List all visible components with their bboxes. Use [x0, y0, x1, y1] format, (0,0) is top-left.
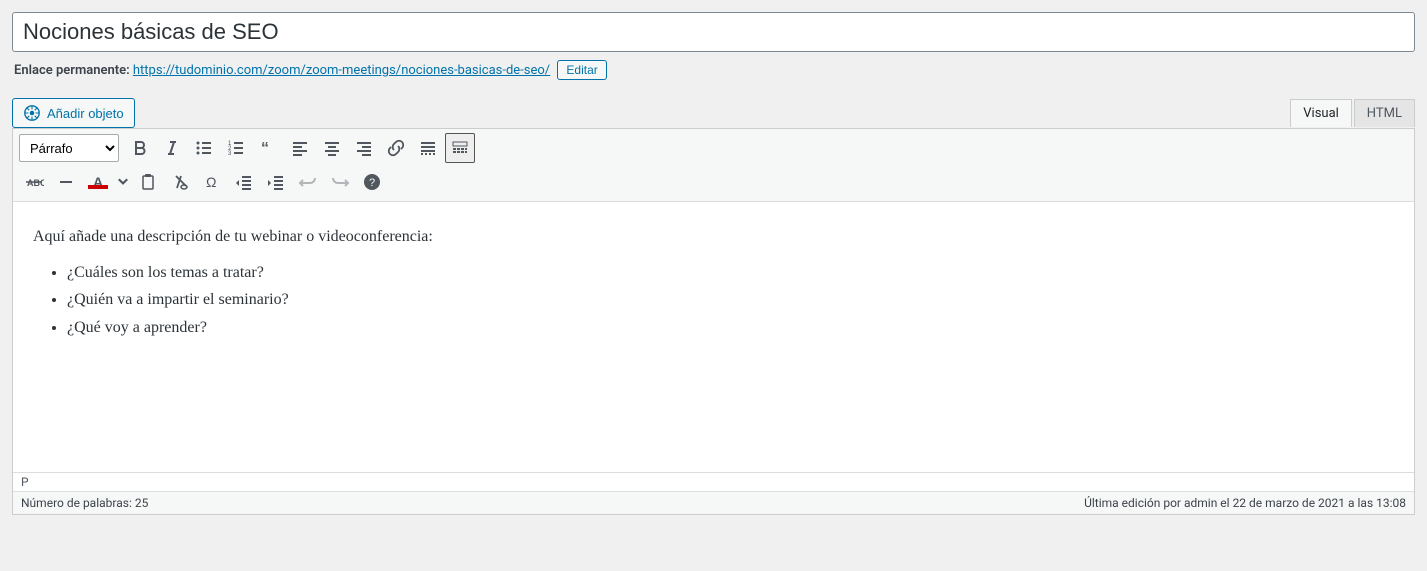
help-button[interactable]: ?	[357, 167, 387, 197]
permalink-link[interactable]: https://tudominio.com/zoom/zoom-meetings…	[133, 63, 550, 78]
add-media-button[interactable]: Añadir objeto	[12, 98, 135, 128]
hr-button[interactable]	[51, 167, 81, 197]
media-icon	[23, 104, 41, 122]
bold-button[interactable]	[125, 133, 155, 163]
editor-toolbar: Párrafo 123 “ ABC A Ω ?	[13, 129, 1414, 202]
undo-button[interactable]	[293, 167, 323, 197]
permalink-label: Enlace permanente:	[14, 63, 130, 78]
svg-text:ABC: ABC	[27, 178, 44, 188]
text-color-chevron[interactable]	[115, 167, 131, 197]
indent-button[interactable]	[261, 167, 291, 197]
svg-text:Ω: Ω	[206, 174, 216, 190]
tab-html[interactable]: HTML	[1354, 99, 1415, 127]
numbered-list-button[interactable]: 123	[221, 133, 251, 163]
permalink-row: Enlace permanente: https://tudominio.com…	[14, 60, 1415, 80]
special-char-button[interactable]: Ω	[197, 167, 227, 197]
kitchen-sink-button[interactable]	[445, 133, 475, 163]
word-count: Número de palabras: 25	[21, 496, 148, 510]
text-color-button[interactable]: A	[83, 167, 113, 197]
editor-content[interactable]: Aquí añade una descripción de tu webinar…	[13, 202, 1414, 472]
list-item: ¿Qué voy a aprender?	[67, 315, 1394, 341]
quote-button[interactable]: “	[253, 133, 283, 163]
italic-button[interactable]	[157, 133, 187, 163]
list-item: ¿Cuáles son los temas a tratar?	[67, 260, 1394, 286]
format-select[interactable]: Párrafo	[19, 134, 119, 162]
status-bar: Número de palabras: 25 Última edición po…	[13, 491, 1414, 514]
add-media-label: Añadir objeto	[47, 106, 124, 121]
align-right-button[interactable]	[349, 133, 379, 163]
redo-button[interactable]	[325, 167, 355, 197]
content-intro: Aquí añade una descripción de tu webinar…	[33, 224, 1394, 250]
align-left-button[interactable]	[285, 133, 315, 163]
outdent-button[interactable]	[229, 167, 259, 197]
last-edit: Última edición por admin el 22 de marzo …	[1084, 496, 1406, 510]
element-path[interactable]: P	[13, 472, 1414, 491]
align-center-button[interactable]	[317, 133, 347, 163]
more-button[interactable]	[413, 133, 443, 163]
editor-container: Párrafo 123 “ ABC A Ω ? Aquí añade una d	[12, 128, 1415, 515]
bullet-list-button[interactable]	[189, 133, 219, 163]
editor-tabs: Visual HTML	[1290, 98, 1415, 126]
svg-text:3: 3	[228, 151, 232, 157]
svg-text:?: ?	[369, 177, 375, 189]
tab-visual[interactable]: Visual	[1290, 99, 1352, 127]
content-list: ¿Cuáles son los temas a tratar? ¿Quién v…	[67, 260, 1394, 341]
post-title-input[interactable]	[12, 12, 1415, 52]
link-button[interactable]	[381, 133, 411, 163]
paste-text-button[interactable]	[133, 167, 163, 197]
clear-format-button[interactable]	[165, 167, 195, 197]
edit-permalink-button[interactable]: Editar	[557, 60, 606, 80]
svg-text:“: “	[261, 140, 269, 157]
strikethrough-button[interactable]: ABC	[19, 167, 49, 197]
list-item: ¿Quién va a impartir el seminario?	[67, 287, 1394, 313]
